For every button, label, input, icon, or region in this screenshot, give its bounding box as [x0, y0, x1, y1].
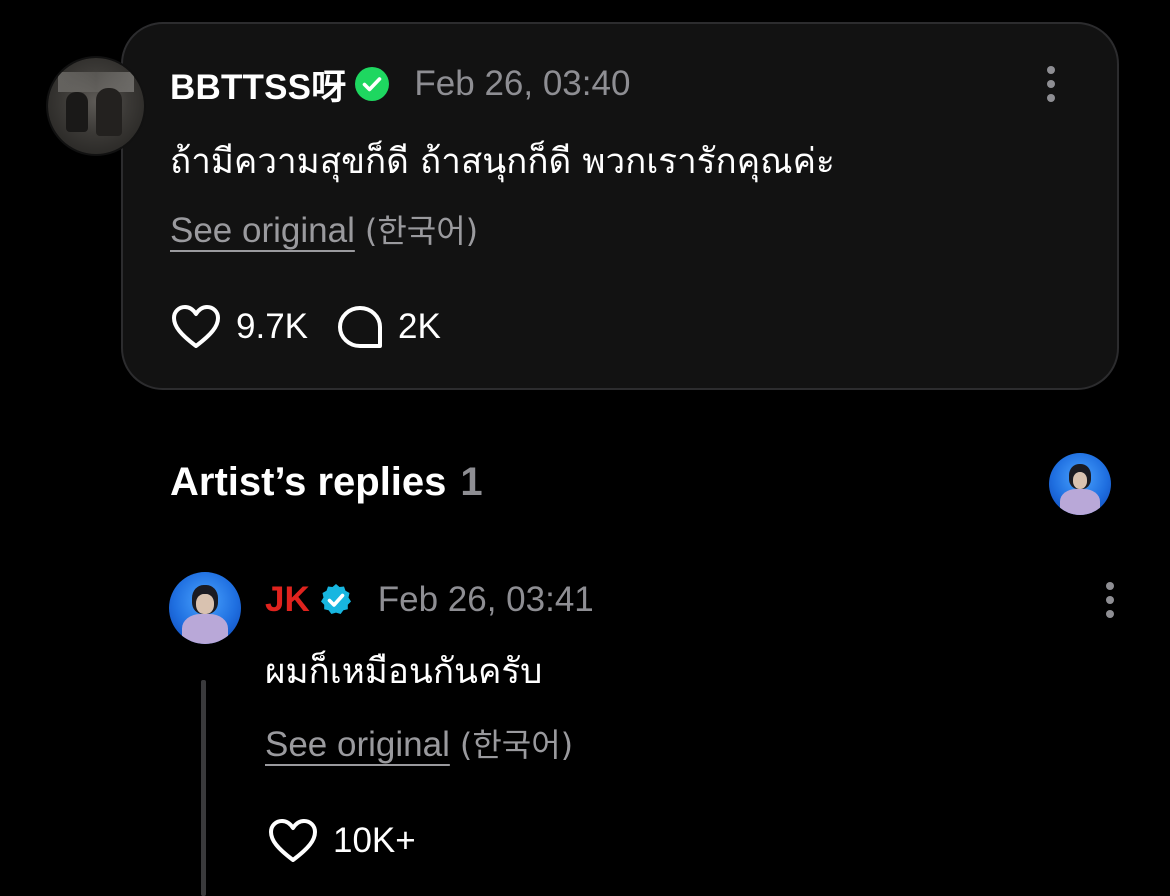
artist-name[interactable]: JK [265, 580, 310, 620]
like-button[interactable]: 9.7K [170, 304, 308, 350]
heart-icon [269, 819, 317, 862]
comment-bubble-icon [338, 306, 382, 348]
avatar-photo-figure [96, 88, 122, 136]
verified-check-icon [355, 67, 390, 101]
avatar-photo-figure [181, 613, 229, 644]
see-original-link[interactable]: See original [265, 725, 450, 764]
artist-avatar-small[interactable] [1049, 453, 1111, 515]
verified-check-icon [320, 584, 351, 614]
reply-body-text: ผมก็เหมือนกันครับ [265, 652, 543, 692]
reply-actions: 10K+ [267, 818, 444, 864]
artist-replies-count: 1 [460, 460, 483, 504]
artist-replies-title: Artist’s replies [170, 460, 447, 504]
artist-replies-heading: Artist’s replies 1 [170, 460, 483, 505]
post-body-text: ถ้ามีความสุขก็ดี ถ้าสนุกก็ดี พวกเรารักคุ… [170, 142, 835, 182]
avatar-photo-figure [66, 92, 88, 132]
comment-button[interactable]: 2K [336, 304, 441, 350]
reply-timestamp: Feb 26, 03:41 [377, 580, 594, 619]
like-button[interactable]: 10K+ [267, 818, 416, 864]
comment-count: 2K [398, 307, 441, 346]
like-count: 10K+ [333, 821, 416, 860]
user-avatar[interactable] [48, 58, 144, 154]
original-language-label: (한국어) [459, 726, 574, 764]
avatar-photo-figure [1060, 488, 1100, 515]
artist-avatar[interactable] [169, 572, 241, 644]
more-vertical-icon[interactable] [1103, 580, 1115, 620]
post-username[interactable]: BBTTSS呀 [170, 59, 346, 110]
comment-detail-screen: BBTTSS呀 Feb 26, 03:40 ถ้ามีความสุขก็ดี ถ… [0, 0, 1170, 896]
reply-see-original-row: See original (한국어) [265, 720, 573, 766]
original-language-label: (한국어) [364, 212, 479, 250]
post-actions: 9.7K 2K [170, 304, 469, 350]
post-header: BBTTSS呀 Feb 26, 03:40 [170, 62, 631, 107]
avatar-photo-face [196, 593, 214, 614]
like-count: 9.7K [236, 307, 308, 346]
reply-thread-line [201, 680, 206, 896]
more-vertical-icon[interactable] [1044, 64, 1056, 104]
see-original-link[interactable]: See original [170, 211, 355, 250]
heart-icon [172, 305, 220, 348]
avatar-photo-face [1072, 471, 1088, 489]
post-see-original-row: See original (한국어) [170, 206, 478, 252]
avatar-photo-background [58, 72, 134, 92]
reply-header: JK Feb 26, 03:41 [265, 578, 594, 622]
post-timestamp: Feb 26, 03:40 [414, 64, 631, 103]
